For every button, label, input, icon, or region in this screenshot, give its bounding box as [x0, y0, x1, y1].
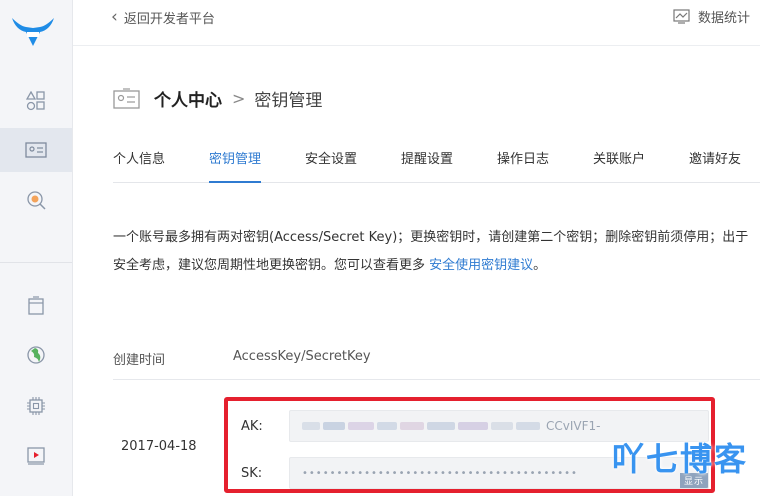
breadcrumb: 个人中心 > 密钥管理 [113, 86, 322, 111]
key-policy-description: 一个账号最多拥有两对密钥(Access/Secret Key)；更换密钥时，请创… [113, 224, 749, 280]
ak-label: AK: [241, 419, 263, 434]
redacted-segment [516, 422, 540, 430]
sidebar-item-media[interactable] [0, 434, 72, 478]
file-icon [28, 296, 44, 315]
stats-link[interactable]: 数据统计 [673, 7, 750, 26]
sk-label: SK: [241, 466, 263, 481]
sidebar-item-storage[interactable] [0, 284, 72, 328]
logo-icon[interactable] [10, 16, 56, 50]
sidebar-item-products[interactable] [0, 79, 72, 123]
tab-operation-log[interactable]: 操作日志 [497, 148, 549, 183]
tab-reminder-settings[interactable]: 提醒设置 [401, 148, 453, 183]
redacted-segment [491, 422, 513, 430]
top-bar: ‹ 返回开发者平台 数据统计 [73, 0, 760, 46]
sidebar-item-compute[interactable] [0, 384, 72, 428]
tab-key-management[interactable]: 密钥管理 [209, 148, 262, 183]
tab-bar: 个人信息 密钥管理 安全设置 提醒设置 操作日志 关联账户 邀请好友 [113, 146, 760, 183]
tab-invite-friends[interactable]: 邀请好友 [689, 148, 741, 183]
watermark: 吖七博客 [612, 440, 749, 478]
back-link-label: 返回开发者平台 [123, 12, 215, 27]
ak-visible-suffix: CCvIVF1- [546, 419, 601, 433]
globe-icon [27, 346, 45, 364]
sidebar-divider [0, 262, 72, 263]
stats-label: 数据统计 [697, 11, 750, 26]
chevron-left-icon: ‹ [111, 7, 118, 27]
page-subtitle: 密钥管理 [254, 91, 323, 111]
description-suffix: 。 [533, 258, 547, 273]
redacted-segment [348, 422, 374, 430]
tab-linked-accounts[interactable]: 关联账户 [593, 148, 645, 183]
redacted-segment [323, 422, 345, 430]
column-header-keys: AccessKey/SecretKey [233, 349, 371, 364]
sidebar-item-account[interactable] [0, 128, 72, 172]
redacted-segment [400, 422, 424, 430]
breadcrumb-separator: > [232, 89, 246, 108]
redacted-segment [377, 422, 397, 430]
redacted-segment [458, 422, 488, 430]
video-icon [27, 447, 45, 465]
chart-monitor-icon [673, 9, 690, 24]
security-advice-link[interactable]: 安全使用密钥建议 [429, 258, 533, 273]
sk-masked-value: •••••••••••••••••••••••••••••••••••••••• [302, 467, 578, 479]
sidebar-item-finance[interactable] [0, 178, 72, 222]
grid-icon [26, 91, 45, 111]
id-card-icon [25, 142, 47, 158]
created-date: 2017-04-18 [121, 439, 197, 454]
tab-profile[interactable]: 个人信息 [113, 148, 165, 183]
column-header-created: 创建时间 [113, 353, 166, 368]
redacted-segment [302, 422, 320, 430]
redacted-segment [427, 422, 455, 430]
chip-icon [27, 397, 45, 415]
id-card-icon [113, 87, 140, 109]
table-header-divider [113, 379, 760, 380]
coin-search-icon [27, 191, 46, 210]
sidebar-item-cdn[interactable] [0, 333, 72, 377]
sidebar [0, 0, 73, 496]
tab-security-settings[interactable]: 安全设置 [305, 148, 357, 183]
page-title[interactable]: 个人中心 [154, 86, 222, 111]
back-to-dev-platform-link[interactable]: ‹ 返回开发者平台 [111, 7, 215, 28]
